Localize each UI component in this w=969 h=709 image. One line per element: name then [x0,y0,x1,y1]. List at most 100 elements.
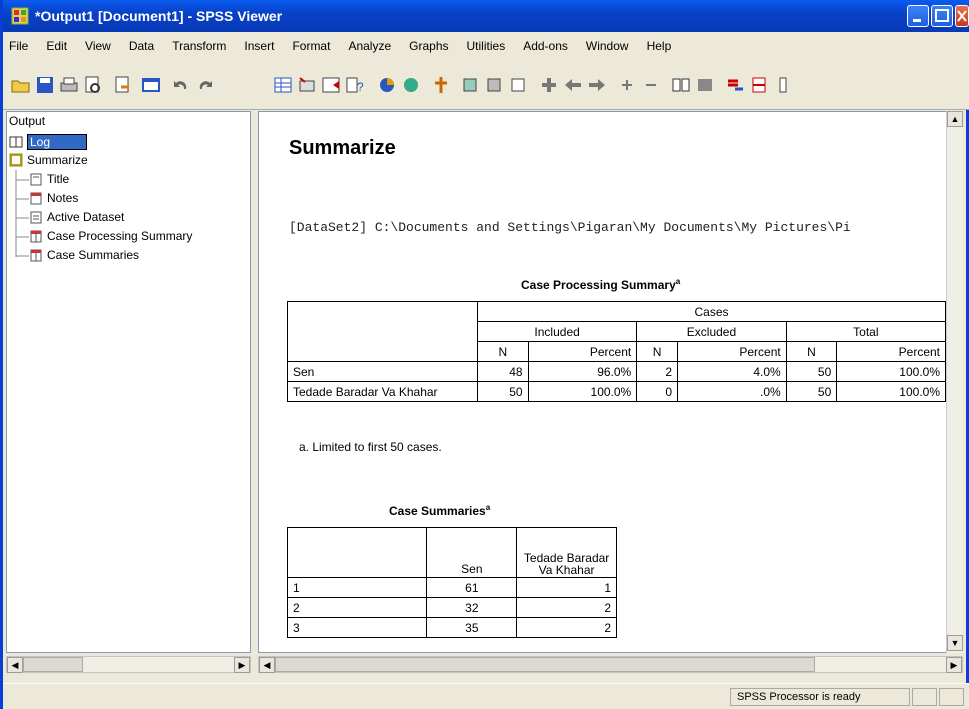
open-folder-icon[interactable] [11,75,31,95]
cps-title-superscript: a [675,277,681,286]
promote-left-icon[interactable] [563,75,583,95]
menu-edit[interactable]: Edit [46,39,67,53]
scroll-up-button[interactable]: ▲ [947,111,963,127]
group-header-excluded: Excluded [636,321,787,342]
chart-builder-icon[interactable] [377,75,397,95]
scroll-right-button[interactable]: ▶ [946,657,962,673]
menu-addons[interactable]: Add-ons [523,39,568,53]
title-bar[interactable]: *Output1 [Document1] - SPSS Viewer [3,0,969,32]
hide-icon[interactable] [695,75,715,95]
table-cell: 2 [516,597,617,618]
dialog-recall-icon[interactable] [141,75,161,95]
menu-window[interactable]: Window [586,39,629,53]
insert-text-icon[interactable] [509,75,529,95]
table-cell: 96.0% [527,361,638,382]
status-text: SPSS Processor is ready [730,688,910,706]
subhead-cell: Percent [677,341,787,362]
table-cell: 1 [516,577,617,598]
scroll-down-button[interactable]: ▼ [947,635,963,651]
menu-transform[interactable]: Transform [172,39,226,53]
table-cell: .0% [677,381,787,402]
minimize-icon [913,19,921,22]
case-processing-summary-table[interactable]: Cases Included Excluded Total N Percent … [287,301,947,402]
row-number: 3 [286,617,428,638]
corner-cell [286,527,428,578]
scroll-right-button[interactable]: ▶ [234,657,250,673]
row-label: Tedade Baradar Va Khahar [287,381,478,402]
menu-format[interactable]: Format [292,39,330,53]
content-horizontal-scrollbar[interactable]: ◀ ▶ [258,656,963,673]
scroll-left-button[interactable]: ◀ [7,657,23,673]
menu-help[interactable]: Help [647,39,672,53]
expand-icon[interactable] [617,75,637,95]
insert-title-icon[interactable] [485,75,505,95]
status-cell [912,688,937,706]
collapse-icon[interactable] [641,75,661,95]
subhead-cell: Percent [527,341,638,362]
table-row: 2 32 2 [286,597,617,618]
row-number: 1 [286,577,428,598]
select-output-icon[interactable] [431,75,451,95]
close-button[interactable] [955,5,969,27]
row-label: Sen [287,361,478,382]
case-summaries-table[interactable]: Sen Tedade Baradar Va Khahar 1 61 1 2 32… [286,527,617,638]
designate-window-icon[interactable] [725,75,745,95]
status-bar: SPSS Processor is ready [3,683,969,709]
close-icon [957,10,967,22]
spss-app-icon [11,7,29,25]
menu-analyze[interactable]: Analyze [348,39,391,53]
insert-heading-icon[interactable] [461,75,481,95]
table-row: Sen 48 96.0% 2 4.0% 50 100.0% [287,361,946,382]
content-vertical-scrollbar[interactable]: ▲ ▼ [946,111,963,653]
pie-icon[interactable] [401,75,421,95]
menu-utilities[interactable]: Utilities [467,39,506,53]
table-row: 1 61 1 [286,577,617,598]
cps-footnote: a. Limited to first 50 cases. [299,440,442,454]
col-header-tedade: Tedade Baradar Va Khahar [516,527,617,578]
group-header-included: Included [476,321,638,342]
subhead-cell: Percent [836,341,946,362]
menu-view[interactable]: View [85,39,111,53]
print-preview-icon[interactable] [83,75,103,95]
maximize-button[interactable] [931,5,953,27]
save-icon[interactable] [35,75,55,95]
show-icon[interactable] [671,75,691,95]
scroll-left-button[interactable]: ◀ [259,657,275,673]
menu-graphs[interactable]: Graphs [409,39,448,53]
cs-title-superscript: a [485,503,491,512]
variables-icon[interactable] [321,75,341,95]
menu-bar: File Edit View Data Transform Insert For… [3,32,969,60]
tree-item-case-processing-summary[interactable]: Case Processing Summary [29,229,192,243]
scroll-thumb[interactable] [23,657,83,672]
undo-icon[interactable] [171,75,191,95]
scroll-thumb[interactable] [275,657,815,672]
menu-data[interactable]: Data [129,39,154,53]
promote-right-icon[interactable] [587,75,607,95]
export-icon[interactable] [113,75,133,95]
toolbar: ? [3,60,969,110]
goto-case-icon[interactable] [297,75,317,95]
tree-item-label: Notes [47,191,79,205]
outline-horizontal-scrollbar[interactable]: ◀ ▶ [6,656,251,673]
table-cell: 0 [636,381,679,402]
variables-help-icon[interactable]: ? [345,75,365,95]
print-icon[interactable] [59,75,79,95]
status-cell [939,688,964,706]
maximize-icon [935,9,949,22]
menu-file[interactable]: File [9,39,28,53]
tree-item-label: Case Processing Summary [47,229,193,243]
table-row: 3 35 2 [286,617,617,638]
goto-data-icon[interactable] [273,75,293,95]
split-icon[interactable] [749,75,769,95]
redo-icon[interactable] [195,75,215,95]
pivot-icon[interactable] [773,75,793,95]
svg-text:?: ? [357,80,364,94]
minimize-button[interactable] [907,5,929,27]
table-cell: 50 [785,361,838,382]
corner-cell [287,301,478,362]
table-cell: 2 [516,617,617,638]
menu-insert[interactable]: Insert [244,39,274,53]
cases-header: Cases [477,301,946,322]
row-number: 2 [286,597,428,618]
demote-icon[interactable] [539,75,559,95]
